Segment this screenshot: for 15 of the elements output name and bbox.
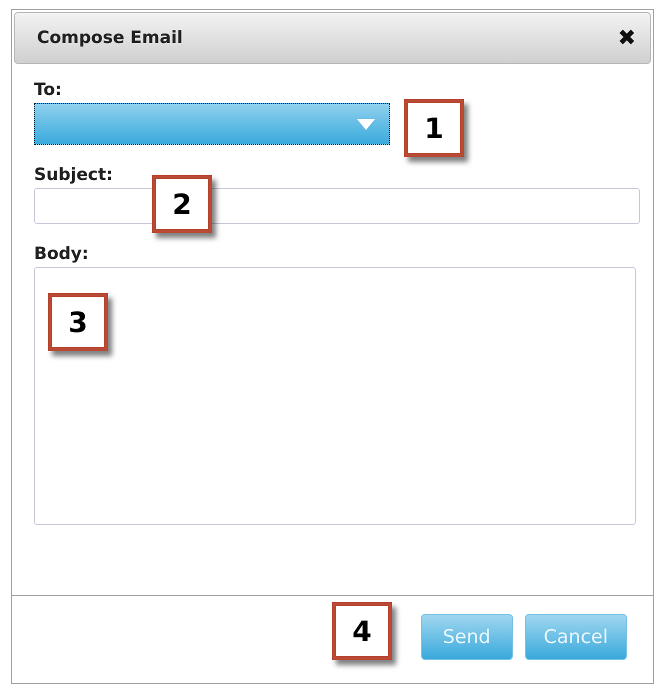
dropdown-caret-icon [357,118,375,130]
step-number-callout: 2 [152,175,212,233]
field-label: Body: [34,244,90,264]
step-number-callout: 1 [404,99,464,157]
recipient-dropdown[interactable] [34,103,390,145]
send-button[interactable]: Send [420,614,513,660]
field-label: To: [34,80,63,100]
close-button[interactable]: ✖ [618,26,636,50]
cancel-button[interactable]: Cancel [524,614,627,660]
body-field[interactable] [34,267,636,525]
step-number-callout: 3 [48,293,108,351]
step-number-callout: 4 [332,602,392,660]
field-label: Subject: [34,165,114,185]
dialog-title: Compose Email [37,28,183,48]
subject-field[interactable] [34,188,640,224]
